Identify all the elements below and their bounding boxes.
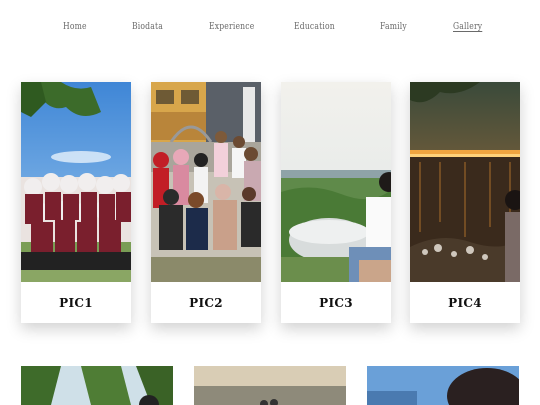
gallery-caption-1: PIC1 <box>59 295 93 310</box>
gallery-caption-2: PIC2 <box>189 295 223 310</box>
gallery-photo-6[interactable] <box>194 366 346 405</box>
nav-link-gallery[interactable]: Gallery <box>453 22 482 32</box>
nav-link-biodata[interactable]: Biodata <box>132 22 163 32</box>
gallery-card-6[interactable] <box>194 366 346 405</box>
nav-link-family[interactable]: Family <box>380 22 407 32</box>
gallery-photo-4[interactable] <box>410 82 520 282</box>
nav-link-experience[interactable]: Experience <box>209 22 254 32</box>
gallery-photo-7[interactable] <box>367 366 519 405</box>
gallery-photo-2[interactable] <box>151 82 261 282</box>
gallery-card-7[interactable] <box>367 366 519 405</box>
gallery-card-3[interactable]: PIC3 <box>281 82 391 323</box>
gallery-photo-1[interactable] <box>21 82 131 282</box>
nav-link-home[interactable]: Home <box>63 22 87 32</box>
gallery-card-2[interactable]: PIC2 <box>151 82 261 323</box>
gallery-photo-3[interactable] <box>281 82 391 282</box>
gallery-photo-5[interactable] <box>21 366 173 405</box>
top-navigation: Home Biodata Experience Education Family… <box>0 22 540 38</box>
gallery-caption-3: PIC3 <box>319 295 353 310</box>
gallery-card-1[interactable]: PIC1 <box>21 82 131 323</box>
gallery-card-5[interactable] <box>21 366 173 405</box>
nav-link-education[interactable]: Education <box>294 22 335 32</box>
gallery-caption-4: PIC4 <box>448 295 482 310</box>
gallery-card-4[interactable]: PIC4 <box>410 82 520 323</box>
